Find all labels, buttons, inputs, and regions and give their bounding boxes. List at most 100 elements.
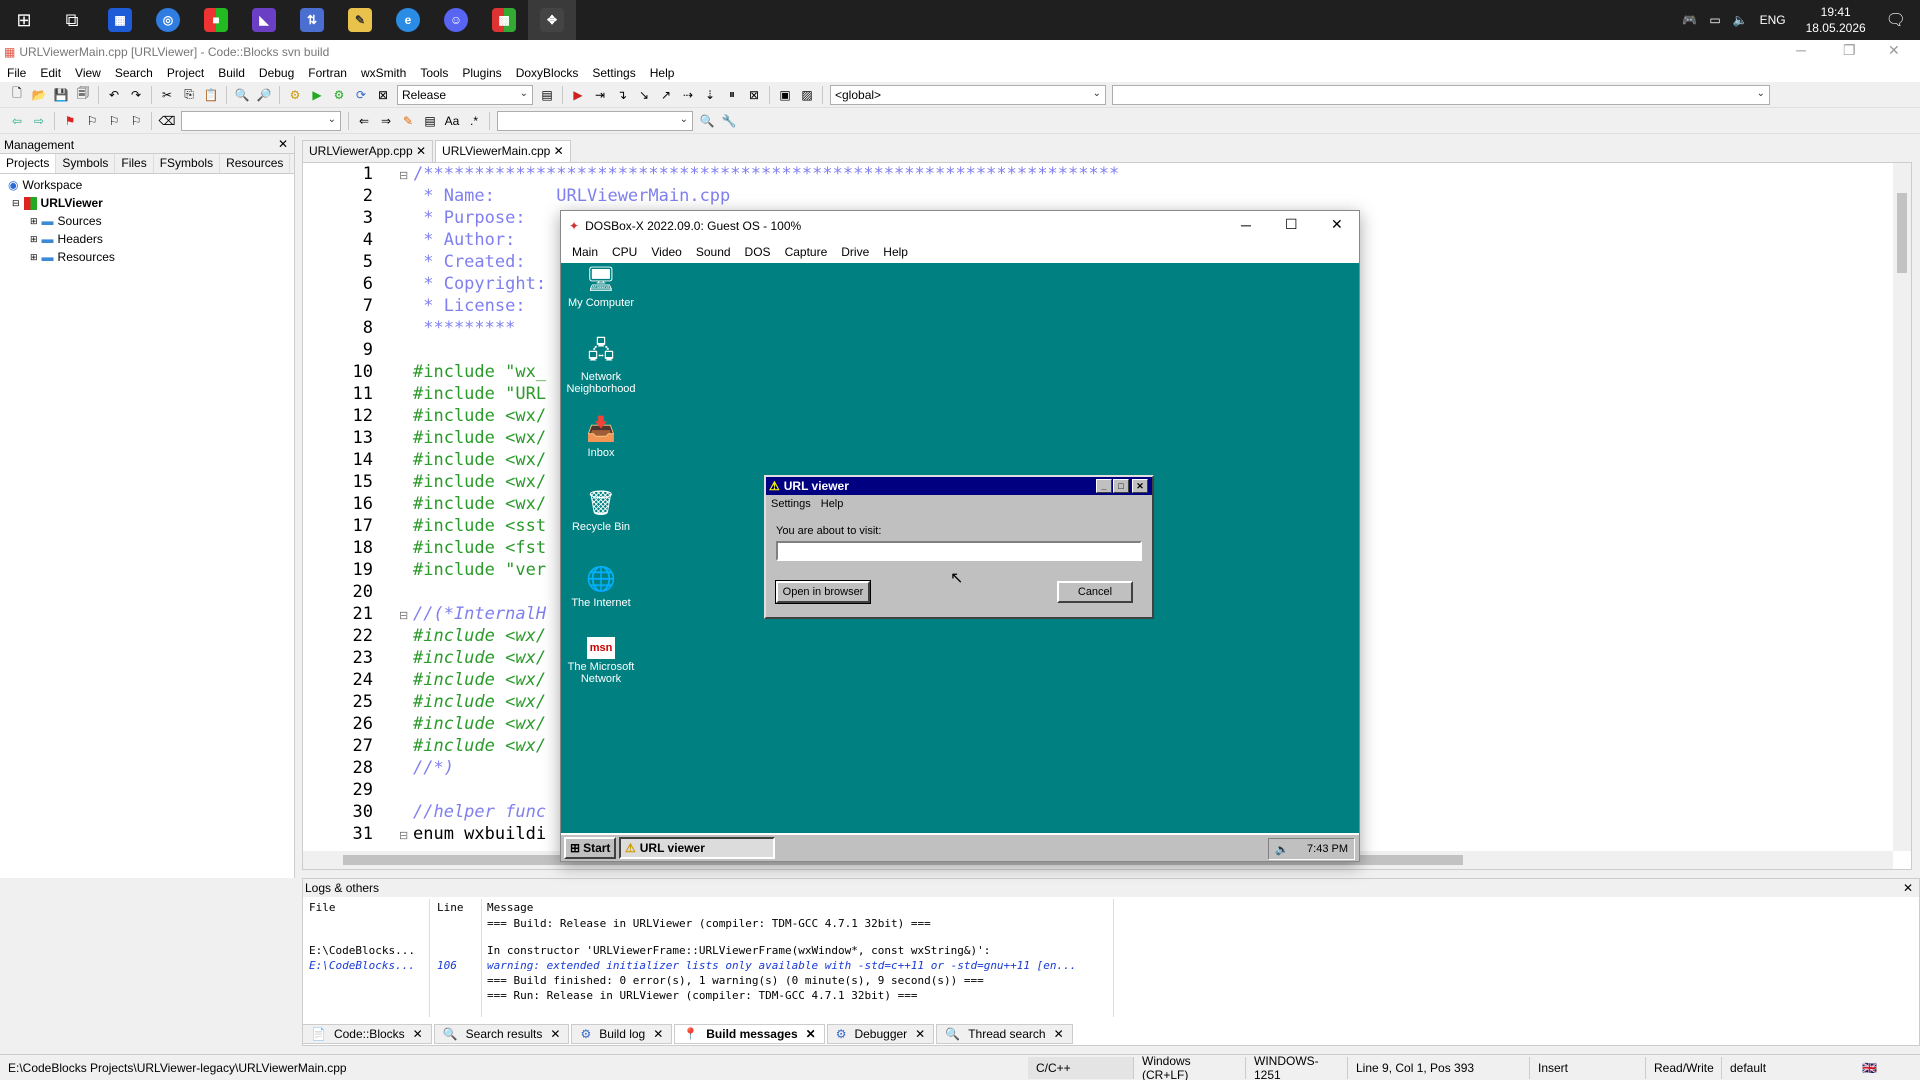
search-input[interactable]: ⌄ xyxy=(181,110,341,131)
log-cell-msg[interactable]: === Run: Release in URLViewer (compiler:… xyxy=(487,987,917,1005)
chrome-icon[interactable]: ◎ xyxy=(144,0,192,40)
bookmark-next-icon[interactable]: ⚐ xyxy=(105,112,123,130)
close-tab-icon[interactable]: ✕ xyxy=(550,1027,560,1041)
discord-icon[interactable]: ☺ xyxy=(432,0,480,40)
log-cell-file[interactable]: E:\CodeBlocks... xyxy=(309,957,415,975)
regex-icon[interactable]: .* xyxy=(465,112,483,130)
tab-symbols[interactable]: Symbols xyxy=(56,154,116,173)
close-tab-icon[interactable]: ✕ xyxy=(1054,1027,1064,1041)
menu-plugins[interactable]: Plugins xyxy=(455,66,508,80)
menu-tools[interactable]: Tools xyxy=(413,66,455,80)
pen-tool-icon[interactable]: ✎ xyxy=(336,0,384,40)
build-icon[interactable]: ⚙ xyxy=(286,86,304,104)
highlight-icon[interactable]: ✎ xyxy=(399,112,417,130)
menu-build[interactable]: Build xyxy=(211,66,252,80)
find-icon[interactable]: 🔍 xyxy=(233,86,251,104)
tab-debugger[interactable]: ⚙ Debugger ✕ xyxy=(826,1024,935,1044)
menu-settings[interactable]: Settings xyxy=(766,498,816,510)
speaker-icon[interactable]: 🔈 xyxy=(1275,843,1289,856)
dosbox-menu-help[interactable]: Help xyxy=(876,245,915,259)
cut-icon[interactable]: ✂ xyxy=(158,86,176,104)
restore-icon[interactable]: ❐ xyxy=(1843,42,1856,59)
vertical-scrollbar[interactable] xyxy=(1893,163,1911,851)
minecraft-icon[interactable]: ▩ xyxy=(480,0,528,40)
desktop-icon-msn[interactable]: msn The Microsoft Network xyxy=(561,637,641,685)
copy-icon[interactable]: ⎘ xyxy=(180,86,198,104)
redo-icon[interactable]: ↷ xyxy=(127,86,145,104)
win95-start-button[interactable]: ⊞ Start xyxy=(564,837,616,859)
language-indicator[interactable]: ENG xyxy=(1760,13,1786,27)
paste-icon[interactable]: 📋 xyxy=(202,86,220,104)
office-icon[interactable]: ■ xyxy=(192,0,240,40)
desktop-icon-recycle-bin[interactable]: 🗑 Recycle Bin xyxy=(561,487,641,534)
save-all-icon[interactable]: 🗐 xyxy=(74,86,92,104)
build-target-select[interactable]: Release ⌄ xyxy=(397,84,533,105)
network-tool-icon[interactable]: ⇅ xyxy=(288,0,336,40)
visual-studio-icon[interactable]: ◣ xyxy=(240,0,288,40)
bookmark-clear-icon[interactable]: ⚐ xyxy=(127,112,145,130)
run-icon[interactable]: ▶ xyxy=(308,86,326,104)
bookmark-prev-icon[interactable]: ⚐ xyxy=(83,112,101,130)
step-into-icon[interactable]: ↘ xyxy=(635,86,653,104)
dosbox-menu-capture[interactable]: Capture xyxy=(778,245,835,259)
fold-icon[interactable]: ⊟ xyxy=(399,829,408,842)
maximize-icon[interactable]: □ xyxy=(1113,479,1129,493)
fold-icon[interactable]: ⊟ xyxy=(399,169,408,182)
close-icon[interactable]: ✕ xyxy=(1132,479,1148,493)
log-cell-msg[interactable]: === Build: Release in URLViewer (compile… xyxy=(487,915,931,933)
stop-icon[interactable]: ⊠ xyxy=(745,86,763,104)
collapse-icon[interactable]: ⊟ xyxy=(12,198,20,209)
close-panel-icon[interactable]: ✕ xyxy=(1903,881,1913,895)
menu-project[interactable]: Project xyxy=(160,66,211,80)
menu-help[interactable]: Help xyxy=(643,66,682,80)
close-tab-icon[interactable]: ✕ xyxy=(413,1027,423,1041)
step-instruction-icon[interactable]: ⇣ xyxy=(701,86,719,104)
incremental-search-icon[interactable]: ⌫ xyxy=(158,112,176,130)
dosbox-menu-main[interactable]: Main xyxy=(565,245,605,259)
menu-edit[interactable]: Edit xyxy=(33,66,68,80)
windows-start-icon[interactable]: ⊞ xyxy=(0,0,48,40)
abort-icon[interactable]: ⊠ xyxy=(374,86,392,104)
menu-help[interactable]: Help xyxy=(816,498,849,510)
column-header-line[interactable]: Line xyxy=(437,899,464,917)
debug-icon[interactable]: ▶ xyxy=(569,86,587,104)
open-icon[interactable]: 📂 xyxy=(30,86,48,104)
desktop-icon-inbox[interactable]: 📥 Inbox xyxy=(561,413,641,460)
menu-settings[interactable]: Settings xyxy=(585,66,642,80)
dosbox-menu-dos[interactable]: DOS xyxy=(738,245,778,259)
scroll-thumb[interactable] xyxy=(1897,193,1907,273)
scope-select[interactable]: <global> ⌄ xyxy=(830,84,1106,105)
expand-icon[interactable]: ⊞ xyxy=(30,216,38,227)
tab-build-log[interactable]: ⚙ Build log ✕ xyxy=(571,1024,673,1044)
new-file-icon[interactable]: 🗋 xyxy=(8,86,26,104)
tab-files[interactable]: Files xyxy=(115,154,154,173)
tree-folder-sources[interactable]: ⊞ ▬ Sources xyxy=(0,212,294,230)
clock[interactable]: 19:41 18.05.2026 xyxy=(1806,4,1866,36)
menu-debug[interactable]: Debug xyxy=(252,66,301,80)
calendar-app-icon[interactable]: ▦ xyxy=(96,0,144,40)
codeblocks-icon[interactable]: ✥ xyxy=(528,0,576,40)
forward-icon[interactable]: ⇨ xyxy=(30,112,48,130)
debug-windows-icon[interactable]: ▣ xyxy=(776,86,794,104)
close-tab-icon[interactable]: ✕ xyxy=(806,1027,816,1041)
tree-workspace[interactable]: ◉ Workspace xyxy=(0,176,294,194)
win95-clock[interactable]: 7:43 PM xyxy=(1307,843,1348,855)
function-select[interactable]: ⌄ xyxy=(1112,84,1770,105)
tab-urlviewerapp[interactable]: URLViewerApp.cpp ✕ xyxy=(302,140,434,162)
thread-search-icon[interactable]: 🔍 xyxy=(698,112,716,130)
tree-folder-resources[interactable]: ⊞ ▬ Resources xyxy=(0,248,294,266)
minimize-icon[interactable]: ─ xyxy=(1796,42,1806,58)
pause-icon[interactable]: ⏸ xyxy=(723,86,741,104)
rebuild-icon[interactable]: ⟳ xyxy=(352,86,370,104)
selected-text-icon[interactable]: ▤ xyxy=(421,112,439,130)
thread-search-options-icon[interactable]: 🔧 xyxy=(720,112,738,130)
desktop-icon-my-computer[interactable]: 🖥 My Computer xyxy=(561,263,641,310)
save-icon[interactable]: 💾 xyxy=(52,86,70,104)
step-out-icon[interactable]: ↗ xyxy=(657,86,675,104)
column-header-file[interactable]: File xyxy=(309,899,336,917)
thread-search-input[interactable]: ⌄ xyxy=(497,110,693,131)
menu-doxyblocks[interactable]: DoxyBlocks xyxy=(509,66,586,80)
tab-urlviewermain[interactable]: URLViewerMain.cpp ✕ xyxy=(435,140,571,162)
desktop-icon-internet[interactable]: 🌐 The Internet xyxy=(561,563,641,610)
tab-fsymbols[interactable]: FSymbols xyxy=(154,154,221,173)
